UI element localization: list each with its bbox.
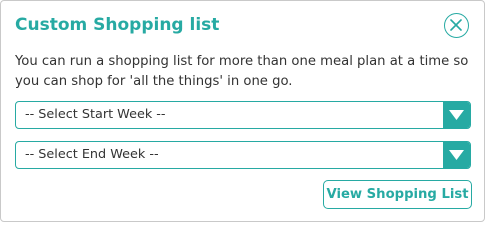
end-week-select[interactable]: -- Select End Week -- (15, 141, 471, 169)
close-button[interactable] (444, 13, 469, 38)
close-icon (450, 19, 462, 31)
start-week-select-value: -- Select Start Week -- (25, 107, 166, 122)
modal-description: You can run a shopping list for more tha… (15, 54, 469, 89)
view-shopping-list-button[interactable]: View Shopping List (323, 180, 472, 209)
chevron-down-icon (449, 150, 464, 160)
modal-title: Custom Shopping list (15, 15, 220, 35)
end-week-select-value: -- Select End Week -- (25, 147, 159, 162)
custom-shopping-list-modal: Custom Shopping list You can run a shopp… (0, 0, 485, 222)
start-week-select[interactable]: -- Select Start Week -- (15, 101, 471, 129)
end-week-dropdown-toggle[interactable] (443, 142, 470, 168)
chevron-down-icon (449, 110, 464, 120)
start-week-dropdown-toggle[interactable] (443, 102, 470, 128)
